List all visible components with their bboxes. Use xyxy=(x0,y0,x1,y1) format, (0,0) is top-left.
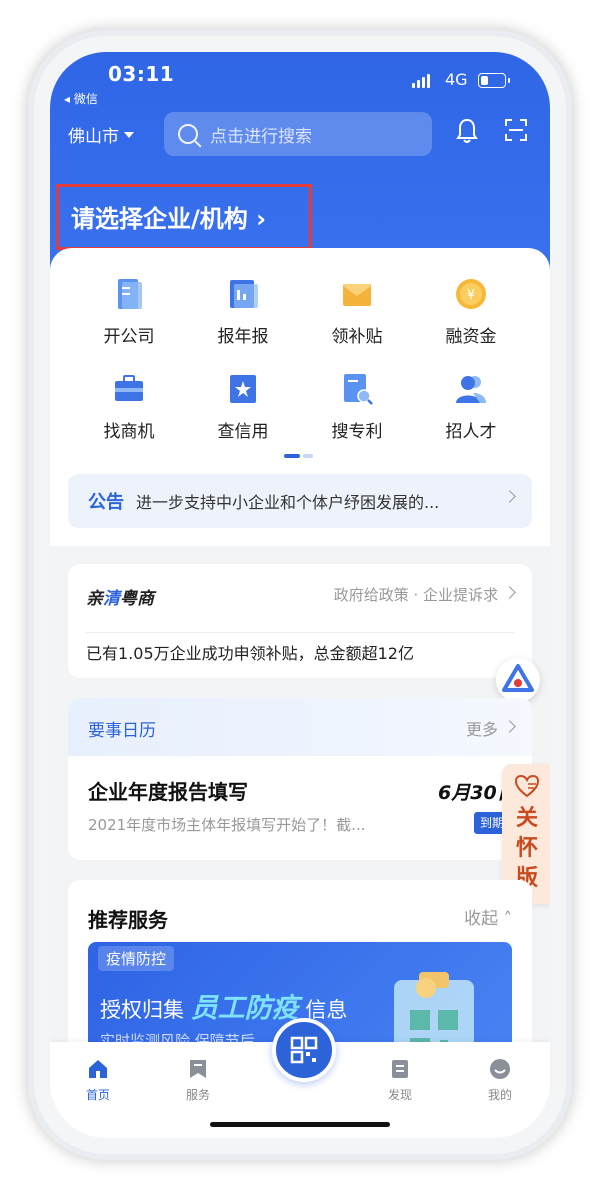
grid-item-talent[interactable]: 招人才 xyxy=(414,371,528,442)
org-selector-highlight[interactable]: 请选择企业/机构 › xyxy=(56,184,312,250)
quick-services-card: 开公司 报年报 领补贴 ¥ 融资金 找商机 查信用 搜专利 招人才 公告 进一步… xyxy=(50,248,550,546)
event-subtitle: 2021年度市场主体年报填写开始了！截... xyxy=(88,816,366,834)
notice-text: 进一步支持中小企业和个体户纾困发展的... xyxy=(136,493,440,512)
banner-tag: 疫情防控 xyxy=(98,946,175,971)
org-selector-label: 请选择企业/机构 › xyxy=(71,205,267,233)
network-type: 4G xyxy=(445,70,468,89)
grid-label: 报年报 xyxy=(217,327,269,347)
notice-tag: 公告 xyxy=(88,492,124,513)
envelope-icon xyxy=(343,284,371,306)
tab-qr-scan-button[interactable] xyxy=(272,1018,336,1082)
recommend-collapse-toggle[interactable]: 收起 ˄ xyxy=(464,904,512,929)
tab-label: 服务 xyxy=(185,1088,210,1102)
service-icon xyxy=(190,1060,206,1078)
bell-icon[interactable] xyxy=(456,118,478,144)
tab-discover[interactable]: 发现 xyxy=(370,1058,430,1103)
back-to-wechat-link[interactable]: ◂ 微信 xyxy=(64,90,98,107)
tab-label: 首页 xyxy=(85,1088,110,1102)
event-title: 企业年度报告填写 xyxy=(88,780,248,804)
grid-item-financing[interactable]: ¥ 融资金 xyxy=(414,276,528,347)
building-icon xyxy=(118,279,142,309)
tab-service[interactable]: 服务 xyxy=(168,1058,228,1103)
chevron-right-icon xyxy=(503,586,516,599)
divider xyxy=(86,632,514,633)
page-indicator xyxy=(284,454,313,458)
app-screen: 03:11 ◂ 微信 4G 佛山市 点击进行搜索 请选择企业/机构 › 开公司 … xyxy=(50,52,550,1138)
search-icon xyxy=(178,124,198,144)
grid-label: 查信用 xyxy=(217,422,269,442)
qinqing-body: 已有1.05万企业成功申领补贴，总金额超12亿 xyxy=(86,644,414,663)
discover-icon xyxy=(392,1060,408,1078)
chevron-right-icon xyxy=(503,720,516,733)
grid-item-open-company[interactable]: 开公司 xyxy=(72,276,186,347)
grid-label: 招人才 xyxy=(445,422,497,442)
credit-star-icon xyxy=(230,375,256,403)
profile-icon xyxy=(490,1059,510,1079)
home-indicator xyxy=(210,1122,390,1127)
svg-text:¥: ¥ xyxy=(467,288,475,303)
calendar-card[interactable]: 要事日历 更多 企业年度报告填写 6月30日 2021年度市场主体年报填写开始了… xyxy=(68,698,532,860)
recommend-title: 推荐服务 xyxy=(88,908,168,932)
scan-icon[interactable] xyxy=(504,118,528,142)
qinqing-title: 亲清粤商 xyxy=(86,589,154,609)
qinqing-card[interactable]: 亲清粤商 政府给政策 · 企业提诉求 已有1.05万企业成功申领补贴，总金额超1… xyxy=(68,564,532,678)
home-icon xyxy=(89,1060,107,1078)
status-time: 03:11 xyxy=(108,62,175,86)
grid-label: 搜专利 xyxy=(331,422,383,442)
phone-frame: 03:11 ◂ 微信 4G 佛山市 点击进行搜索 请选择企业/机构 › 开公司 … xyxy=(34,36,566,1154)
grid-item-patent[interactable]: 搜专利 xyxy=(300,371,414,442)
calendar-more-link[interactable]: 更多 xyxy=(466,716,498,740)
grid-label: 开公司 xyxy=(103,327,155,347)
tab-profile[interactable]: 我的 xyxy=(470,1058,530,1103)
signal-icon xyxy=(412,74,430,88)
patent-search-icon xyxy=(344,374,373,405)
chevron-right-icon xyxy=(503,490,516,503)
grid-label: 融资金 xyxy=(445,327,497,347)
city-label: 佛山市 xyxy=(68,127,119,147)
floating-assistant-icon[interactable] xyxy=(496,658,540,702)
search-placeholder: 点击进行搜索 xyxy=(210,126,312,147)
grid-item-opportunity[interactable]: 找商机 xyxy=(72,371,186,442)
tab-label: 我的 xyxy=(487,1088,512,1102)
grid-item-subsidy[interactable]: 领补贴 xyxy=(300,276,414,347)
grid-label: 找商机 xyxy=(103,422,155,442)
search-input[interactable]: 点击进行搜索 xyxy=(164,112,432,156)
briefcase-icon xyxy=(115,375,143,401)
notice-bar[interactable]: 公告 进一步支持中小企业和个体户纾困发展的... xyxy=(68,474,532,528)
service-grid: 开公司 报年报 领补贴 ¥ 融资金 找商机 查信用 搜专利 招人才 xyxy=(72,276,528,442)
calendar-title: 要事日历 xyxy=(88,721,156,741)
grid-item-annual-report[interactable]: 报年报 xyxy=(186,276,300,347)
grid-label: 领补贴 xyxy=(331,327,383,347)
grid-item-credit[interactable]: 查信用 xyxy=(186,371,300,442)
calendar-header: 要事日历 更多 xyxy=(68,698,532,756)
qr-code-icon xyxy=(290,1036,318,1064)
tab-home[interactable]: 首页 xyxy=(68,1058,128,1103)
annual-report-icon xyxy=(230,280,258,308)
caret-down-icon xyxy=(124,131,134,138)
tab-label: 发现 xyxy=(387,1088,412,1102)
battery-icon xyxy=(478,73,510,88)
heart-icon xyxy=(514,774,540,798)
coin-icon: ¥ xyxy=(456,279,486,309)
city-selector[interactable]: 佛山市 xyxy=(68,122,134,147)
people-icon xyxy=(456,376,486,403)
qinqing-link[interactable]: 政府给政策 · 企业提诉求 xyxy=(334,584,498,605)
